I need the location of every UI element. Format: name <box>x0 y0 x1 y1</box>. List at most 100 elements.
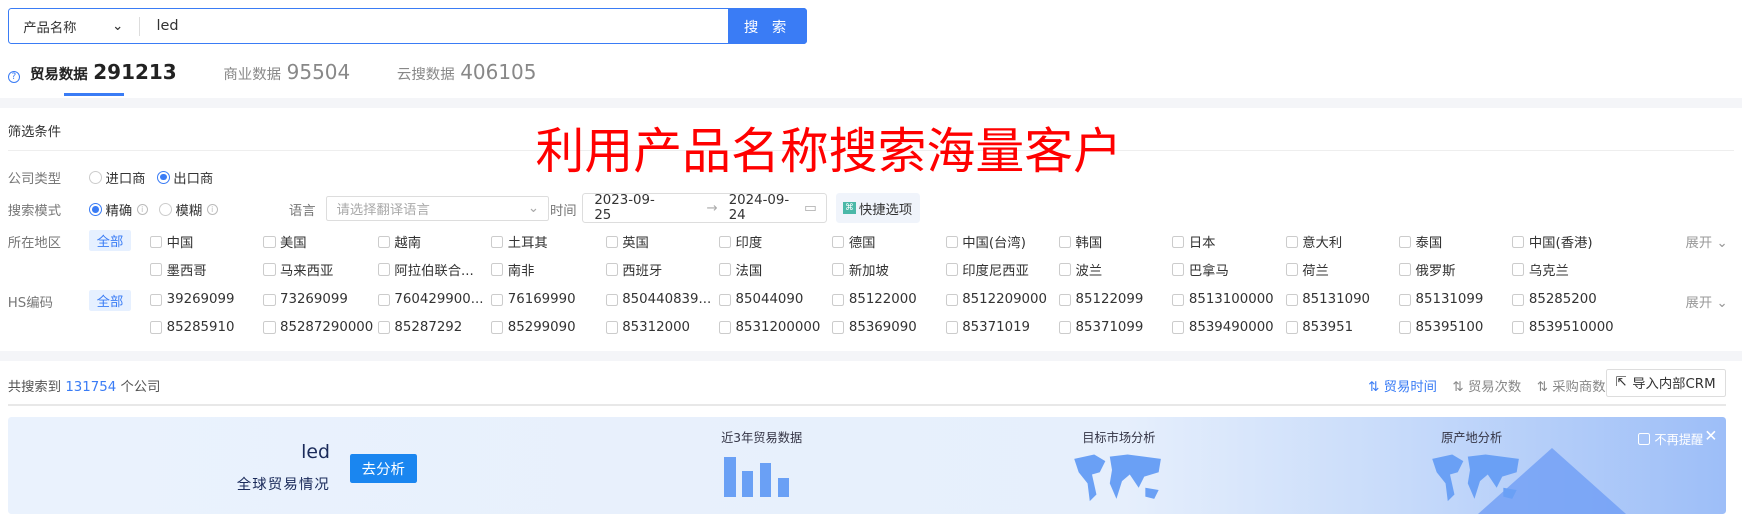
section-trade-data[interactable]: 近3年贸易数据 <box>721 428 802 446</box>
hs-checkbox[interactable]: 8539510000 <box>1512 320 1614 335</box>
region-checkbox[interactable]: 印度尼西亚 <box>945 260 1029 279</box>
date-end[interactable]: 2024-09-24 <box>729 193 804 223</box>
checkbox-label: 85285200 <box>1528 292 1597 308</box>
hs-checkbox[interactable]: 85312000 <box>605 319 691 335</box>
hs-checkbox[interactable]: 85044090 <box>718 292 804 308</box>
region-checkbox[interactable]: 法国 <box>718 260 762 279</box>
tab-count: 95504 <box>286 59 351 84</box>
checkbox-label: 韩国 <box>1075 236 1103 252</box>
import-crm-button[interactable]: ⇱ 导入内部CRM <box>1605 368 1726 397</box>
region-checkbox[interactable]: 美国 <box>263 232 307 251</box>
region-checkbox[interactable]: 巴拿马 <box>1172 260 1229 279</box>
tab-trade-data[interactable]: ? 贸易数据 291213 <box>7 60 177 96</box>
section-target-market[interactable]: 目标市场分析 <box>1082 428 1155 446</box>
search-field-select[interactable]: 产品名称 ⌄ <box>9 16 140 36</box>
date-start[interactable]: 2023-09-25 <box>594 193 669 223</box>
region-all-button[interactable]: 全部 <box>88 229 132 252</box>
region-checkbox[interactable]: 中国 <box>149 232 193 251</box>
region-checkbox[interactable]: 土耳其 <box>491 232 548 251</box>
hs-expand[interactable]: 展开 ⌄ <box>1686 292 1728 311</box>
hs-checkbox[interactable]: 85122099 <box>1058 292 1143 307</box>
region-checkbox[interactable]: 乌克兰 <box>1512 260 1569 279</box>
info-icon[interactable]: i <box>206 203 218 216</box>
radio-fuzzy[interactable] <box>158 202 173 217</box>
region-checkbox[interactable]: 印度 <box>718 232 762 251</box>
hs-checkbox[interactable]: 8531200000 <box>718 320 820 335</box>
tab-cloud-data[interactable]: 云搜数据 406105 <box>397 60 537 95</box>
hs-checkbox[interactable]: 85371019 <box>945 320 1030 335</box>
checkbox-label: 85312000 <box>622 319 691 335</box>
region-checkbox[interactable]: 日本 <box>1172 232 1216 251</box>
hs-all-button[interactable]: 全部 <box>88 289 132 312</box>
region-checkbox[interactable]: 波兰 <box>1058 260 1102 279</box>
region-checkbox[interactable]: 马来西亚 <box>263 260 333 279</box>
hs-checkbox[interactable]: 760429900... <box>377 292 483 307</box>
hs-checkbox[interactable]: 853951 <box>1285 320 1353 335</box>
hs-checkbox[interactable]: 85285910 <box>149 320 234 335</box>
search-input[interactable] <box>139 18 728 35</box>
region-checkbox[interactable]: 英国 <box>605 232 649 251</box>
radio-importer[interactable] <box>88 170 103 184</box>
hs-checkbox[interactable]: 85131090 <box>1285 292 1370 307</box>
region-checkbox[interactable]: 德国 <box>832 232 876 251</box>
region-checkbox[interactable]: 泰国 <box>1398 232 1442 251</box>
radio-exact[interactable] <box>88 202 103 217</box>
search-button[interactable]: 搜 索 <box>727 7 807 45</box>
no-remind-checkbox[interactable]: 不再提醒 <box>1637 430 1703 448</box>
region-checkbox[interactable]: 意大利 <box>1285 232 1342 251</box>
info-icon[interactable]: i <box>136 203 148 216</box>
hs-checkbox[interactable]: 85299090 <box>491 320 576 335</box>
region-label: 所在地区 <box>7 236 62 252</box>
help-icon[interactable]: ? <box>7 70 20 84</box>
region-checkbox[interactable]: 新加坡 <box>832 260 889 279</box>
hs-checkbox[interactable]: 85122000 <box>832 292 917 307</box>
hs-checkbox[interactable]: 85395100 <box>1398 319 1484 335</box>
calendar-icon: ▭ <box>804 200 817 216</box>
hs-checkbox[interactable]: 85287292 <box>377 320 462 335</box>
radio-exporter[interactable] <box>156 170 170 184</box>
sort-buyer-count[interactable]: ⇅ 采购商数 <box>1537 376 1606 395</box>
region-checkbox[interactable]: 越南 <box>377 232 421 251</box>
region-expand[interactable]: 展开 ⌄ <box>1686 232 1728 251</box>
hs-checkbox[interactable]: 850440839... <box>605 292 711 307</box>
checkbox-label: 85395100 <box>1415 319 1484 335</box>
hs-checkbox[interactable]: 8513100000 <box>1172 292 1274 307</box>
count-prefix: 共搜索到 <box>7 379 62 395</box>
tab-business-data[interactable]: 商业数据 95504 <box>223 60 350 95</box>
sort-trade-count[interactable]: ⇅ 贸易次数 <box>1453 376 1522 395</box>
region-checkbox[interactable]: 荷兰 <box>1285 260 1329 279</box>
hs-checkbox[interactable]: 85287290000 <box>263 320 373 335</box>
region-checkbox[interactable]: 阿拉伯联合... <box>377 260 474 279</box>
region-checkbox[interactable]: 西班牙 <box>605 260 662 279</box>
region-checkbox[interactable]: 中国(香港) <box>1512 232 1593 251</box>
region-checkbox[interactable]: 中国(台湾) <box>945 232 1026 251</box>
region-checkbox[interactable]: 墨西哥 <box>149 260 207 279</box>
hs-checkbox[interactable]: 73269099 <box>263 292 348 307</box>
hs-checkbox[interactable]: 76169990 <box>491 292 576 307</box>
hs-checkbox[interactable]: 85371099 <box>1058 319 1144 335</box>
close-icon[interactable]: ✕ <box>1704 427 1717 445</box>
checkbox-label: 85299090 <box>507 319 576 335</box>
analyze-button[interactable]: 去分析 <box>349 454 417 484</box>
section-origin[interactable]: 原产地分析 <box>1441 428 1502 446</box>
hs-checkbox[interactable]: 39269099 <box>149 292 234 307</box>
hs-checkbox[interactable]: 85285200 <box>1512 292 1597 307</box>
language-select[interactable]: 请选择翻译语言 ⌄ <box>325 195 549 222</box>
sort-trade-time[interactable]: ⇅ 贸易时间 <box>1368 376 1437 395</box>
region-checkbox[interactable]: 韩国 <box>1058 232 1103 252</box>
checkbox-label: 85044090 <box>735 292 804 308</box>
hs-checkbox[interactable]: 8539490000 <box>1172 320 1274 335</box>
hs-checkbox[interactable]: 85369090 <box>832 320 917 335</box>
date-range-picker[interactable]: 2023-09-25 → 2024-09-24 ▭ <box>582 193 827 223</box>
quick-options-button[interactable]: ⌘ 快捷选项 <box>835 193 920 224</box>
region-checkbox[interactable]: 南非 <box>491 260 534 279</box>
region-checkbox[interactable]: 俄罗斯 <box>1398 260 1456 279</box>
checkbox-icon <box>491 321 504 334</box>
hs-checkbox[interactable]: 8512209000 <box>945 292 1047 307</box>
hs-checkbox[interactable]: 85131099 <box>1398 292 1483 307</box>
checkbox-label: 85371099 <box>1075 319 1144 335</box>
radio-label: 进口商 <box>105 171 146 187</box>
checkbox-label: 新加坡 <box>848 263 889 279</box>
chevron-down-icon: ⌄ <box>1716 236 1728 252</box>
checkbox-icon <box>1172 293 1185 306</box>
